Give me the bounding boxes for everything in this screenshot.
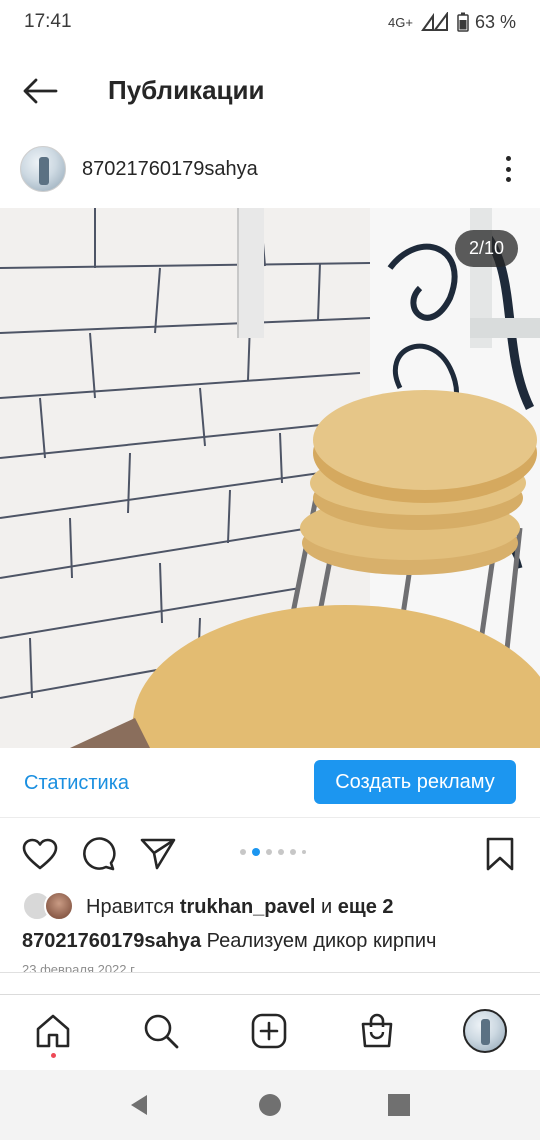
bottom-tab-bar — [0, 994, 540, 1068]
status-indicators: 4G+ 63 % — [388, 12, 516, 33]
likes-user[interactable]: trukhan_pavel — [180, 896, 316, 918]
like-button[interactable] — [20, 834, 60, 874]
likes-middle: и — [321, 896, 333, 918]
post-header: 87021760179sahya — [0, 142, 540, 198]
post-actions — [0, 828, 540, 880]
tab-search[interactable] — [139, 1009, 183, 1053]
battery-level: 63 % — [474, 11, 516, 32]
carousel-dot — [302, 850, 306, 854]
liker-avatar — [44, 891, 74, 921]
carousel-dot — [252, 848, 260, 856]
system-home-button[interactable] — [255, 1090, 285, 1120]
home-icon — [36, 1014, 70, 1048]
circle-home-icon — [259, 1094, 281, 1116]
comment-icon — [83, 837, 116, 871]
divider — [0, 972, 540, 973]
tab-create[interactable] — [247, 1009, 291, 1053]
promo-bar: Статистика Создать рекламу — [0, 748, 540, 818]
system-back-button[interactable] — [124, 1090, 154, 1120]
network-type: 4G+ — [388, 14, 413, 30]
likes-others[interactable]: еще 2 — [338, 896, 394, 918]
post-caption: 87021760179sahya Реализуем дикор кирпич — [22, 930, 436, 953]
bookmark-icon — [486, 837, 514, 871]
battery-icon — [457, 12, 469, 32]
system-nav-bar — [0, 1070, 540, 1140]
page-header: Публикации — [0, 60, 540, 122]
back-button[interactable] — [20, 74, 60, 108]
search-icon — [144, 1014, 179, 1049]
tab-home[interactable] — [31, 1009, 75, 1053]
status-time: 17:41 — [24, 11, 72, 32]
likes-prefix: Нравится — [86, 896, 175, 918]
triangle-back-icon — [131, 1095, 147, 1115]
notification-dot — [51, 1053, 56, 1058]
carousel-dot — [240, 849, 246, 855]
shopping-bag-icon — [361, 1013, 393, 1048]
likes-text: Нравится trukhan_pavel и еще 2 — [86, 896, 394, 919]
status-bar: 17:41 4G+ 63 % — [0, 0, 540, 44]
post-username[interactable]: 87021760179sahya — [82, 158, 258, 181]
arrow-left-icon — [23, 78, 58, 104]
comment-button[interactable] — [78, 834, 118, 874]
tab-profile[interactable] — [463, 1009, 507, 1053]
likes-row[interactable]: Нравится trukhan_pavel и еще 2 — [0, 888, 540, 924]
signal-icon — [421, 12, 448, 31]
caption-text: Реализуем дикор кирпич — [206, 930, 437, 952]
system-recents-button[interactable] — [384, 1090, 414, 1120]
post-date: 23 февраля 2022 г. — [22, 962, 137, 972]
insights-link[interactable]: Статистика — [24, 772, 129, 795]
user-avatar[interactable] — [20, 146, 66, 192]
save-button[interactable] — [480, 834, 520, 874]
carousel-indicator — [240, 848, 306, 856]
plus-square-icon — [251, 1013, 287, 1049]
tab-shop[interactable] — [355, 1009, 399, 1053]
carousel-dot — [290, 849, 296, 855]
post-photo-illustration — [0, 208, 540, 748]
carousel-dot — [278, 849, 284, 855]
profile-avatar — [463, 1009, 507, 1053]
page-title: Публикации — [108, 75, 265, 105]
image-counter-badge: 2/10 — [454, 230, 518, 267]
caption-username[interactable]: 87021760179sahya — [22, 930, 201, 952]
post-image[interactable]: 2/10 — [0, 208, 540, 748]
more-options-button[interactable] — [498, 154, 518, 184]
share-button[interactable] — [138, 834, 178, 874]
carousel-dot — [266, 849, 272, 855]
square-recents-icon — [388, 1094, 410, 1116]
send-icon — [140, 838, 176, 870]
more-vertical-icon — [505, 156, 511, 161]
heart-icon — [22, 838, 58, 870]
create-ad-button[interactable]: Создать рекламу — [314, 760, 516, 804]
